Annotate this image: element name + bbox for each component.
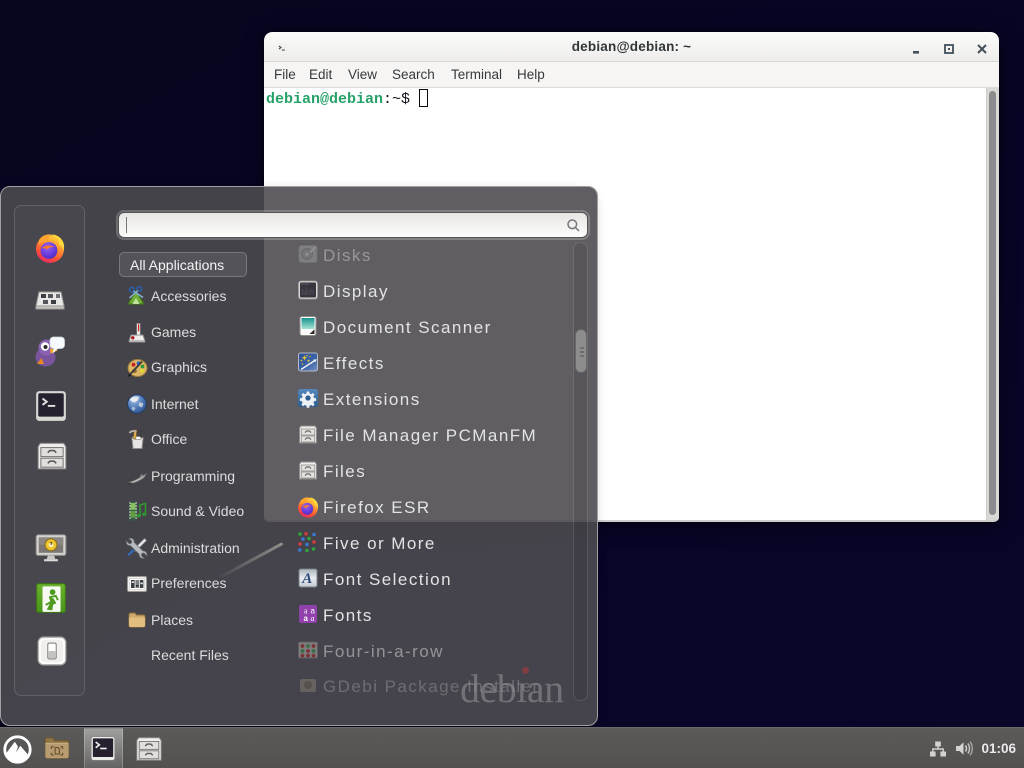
svg-text:A: A: [301, 571, 313, 587]
svg-text:a: a: [311, 614, 316, 623]
svg-text:a: a: [304, 614, 310, 623]
